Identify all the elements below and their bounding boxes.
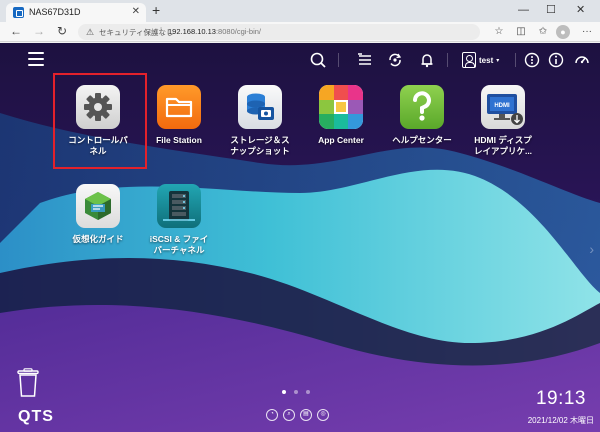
selection-highlight [53,73,147,169]
qnap-favicon-icon [13,7,24,18]
url-separator: | [160,26,163,35]
trash-icon[interactable] [15,368,41,398]
background-tasks-icon[interactable] [355,50,375,70]
tab-title: NAS67D31D [29,7,81,17]
qts-logo: QTS [18,408,54,425]
app-storage-snapshots[interactable]: ストレージ＆ス ナップショット [218,85,302,157]
qts-desktop: test ▾ コントロールパ ネル File Station ストレージ＆ス ナ… [0,43,600,432]
virtualization-icon [76,184,120,228]
more-icon[interactable]: ··· [580,25,594,39]
iscsi-icon [157,184,201,228]
url-path: :8080/cgi-bin/ [215,27,261,36]
next-page-arrow-icon[interactable]: › [589,241,594,257]
chevron-down-icon: ▾ [496,57,500,64]
info-icon[interactable] [546,50,566,70]
toolbar-divider [515,53,516,67]
back-button[interactable]: ← [10,24,22,39]
browser-address-bar: ← → ↻ ⚠ セキュリティ保護なし | 192.168.10.13:8080/… [0,22,600,42]
security-warning-label[interactable]: セキュリティ保護なし [99,27,174,38]
browser-tab[interactable]: NAS67D31D ✕ [6,3,146,22]
toolbar-divider [447,53,448,67]
app-virtualization-guide[interactable]: 仮想化ガイド [56,184,140,245]
page-indicator [282,390,310,394]
app-grid-icon [319,85,363,129]
app-iscsi-fibre-channel[interactable]: iSCSI & ファイ バーチャネル [137,184,221,256]
clock-time: 19:13 [535,388,586,409]
user-name: test [479,55,494,65]
close-window-button[interactable]: ✕ [576,3,585,17]
page-dot[interactable] [294,390,298,394]
options-icon[interactable] [522,50,542,70]
profile-icon[interactable]: ● [556,25,570,39]
clock-date: 2021/12/02 木曜日 [527,416,594,425]
hdmi-monitor-icon: HDMI [481,85,525,129]
storage-dock-icon[interactable]: ▤ [300,409,312,421]
star-icon[interactable]: ☆ [492,25,506,39]
svg-text:HDMI: HDMI [494,103,510,109]
search-dock-icon[interactable]: ⌕ [283,409,295,421]
app-label: iSCSI & ファイ バーチャネル [149,234,209,255]
url-text[interactable]: 192.168.10.13:8080/cgi-bin/ [168,27,261,36]
user-icon [462,52,476,68]
notification-icon[interactable] [417,50,437,70]
sync-icon[interactable] [385,50,405,70]
url-host: 192.168.10.13 [168,27,216,36]
app-file-station[interactable]: File Station [137,85,221,146]
user-menu[interactable]: test ▾ [462,50,510,70]
browser-tab-bar: NAS67D31D ✕ + — ☐ ✕ [0,0,600,22]
app-app-center[interactable]: App Center [299,85,383,146]
app-help-center[interactable]: ヘルプセンター [380,85,464,146]
forward-button[interactable]: → [33,24,45,39]
search-icon[interactable] [308,50,328,70]
menu-line [28,52,44,54]
resource-monitor-icon[interactable] [572,50,592,70]
dock-bar: ◔ ⌕ ▤ ◎ [266,409,329,421]
toolbar-divider [338,53,339,67]
app-label: File Station [156,135,202,145]
menu-line [28,64,44,66]
app-label: ヘルプセンター [392,135,452,145]
app-label: 仮想化ガイド [72,234,124,244]
page-dot[interactable] [282,390,286,394]
menu-line [28,58,44,60]
warning-triangle-icon[interactable]: ⚠ [86,26,94,38]
network-dock-icon[interactable]: ◎ [317,409,329,421]
minimize-button[interactable]: — [518,3,529,17]
reload-button[interactable]: ↻ [57,24,67,39]
app-label: HDMI ディスプ レイアプリケ... [473,135,533,156]
split-screen-icon[interactable]: ◫ [514,25,528,39]
favorites-icon[interactable]: ✩ [536,25,550,39]
app-hdmi-display[interactable]: HDMI HDMI ディスプ レイアプリケ... [461,85,545,157]
page-dot[interactable] [306,390,310,394]
tab-close-button[interactable]: ✕ [132,6,140,18]
url-field[interactable]: ⚠ セキュリティ保護なし | 192.168.10.13:8080/cgi-bi… [78,24,480,40]
app-label: App Center [318,135,364,145]
maximize-button[interactable]: ☐ [546,3,556,17]
app-label: ストレージ＆ス ナップショット [230,135,290,156]
new-tab-button[interactable]: + [152,2,160,18]
help-icon [400,85,444,129]
main-menu-icon[interactable] [28,52,44,66]
dashboard-icon[interactable]: ◔ [266,409,278,421]
storage-icon [238,85,282,129]
folder-icon [157,85,201,129]
